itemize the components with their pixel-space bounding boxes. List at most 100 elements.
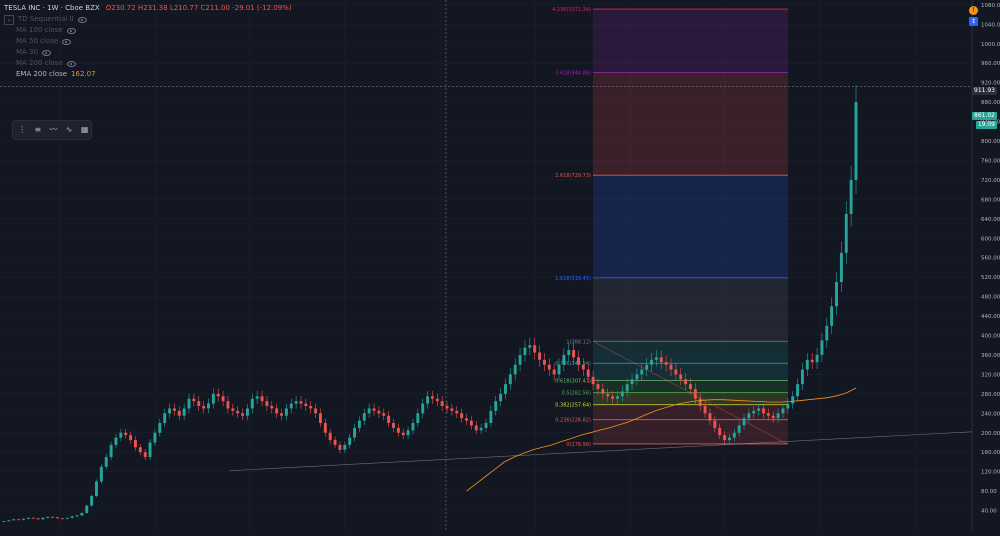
candle-body [172,408,176,411]
indicator-ma30[interactable]: MA 30 [16,47,38,58]
line-icon[interactable]: 〰 [47,124,60,136]
selector-icon[interactable]: ⋮ [16,124,29,136]
eye-icon[interactable] [66,60,76,67]
candle-body [533,345,537,353]
candle-body [207,403,210,409]
candle-body [791,396,795,404]
candle-body [650,359,653,365]
candle-body [771,415,775,419]
candle-body [129,435,133,441]
candle-body [479,427,483,431]
candle-body [581,364,585,370]
eye-icon[interactable] [66,27,76,34]
candle-body [430,396,434,399]
fib-level-label: 2.618(729.73) [555,173,591,179]
candle-body [635,374,639,380]
indicator-ema200[interactable]: EMA 200 close 162.07 [16,69,96,80]
candle-body [221,396,225,402]
indicator-ma50[interactable]: MA 50 close [16,36,58,47]
candle-body [440,401,444,407]
candle-body [255,396,259,399]
candle-body [177,410,181,416]
y-tick-label: 760.00 [981,158,1000,164]
candle-body [314,408,318,414]
price-chart[interactable]: 40.00 80.00 120.00 160.00 200.00 240.00 280.00… [0,0,1000,536]
eye-icon[interactable] [77,16,87,23]
fib-zone [593,175,788,278]
candle-body [596,384,600,389]
candle-body [280,413,283,416]
candle-body [601,388,605,394]
indicator-ma200[interactable]: MA 200 close [16,58,63,69]
scale-toggle-icon[interactable]: ↕ [969,17,978,26]
crosshair-price-tag: 911.93 [972,87,997,95]
candle-body [835,282,838,307]
countdown-tag: 19.09 [975,121,997,129]
fib-level-label: 0.236(226.82) [555,418,591,424]
candle-body [508,374,512,385]
candle-body [2,521,6,523]
y-tick-label: 280.00 [981,392,1000,398]
candle-body [284,408,288,416]
indicator-td[interactable]: TD Sequential II [18,14,74,25]
indicator-ma100[interactable]: MA 100 close [16,25,63,36]
candle-body [815,354,819,363]
candle-body [22,518,25,520]
candle-body [260,396,264,402]
candle-body [95,481,98,496]
candle-body [250,398,254,409]
candle-body [387,415,391,424]
symbol-title[interactable]: TESLA INC · 1W · Cboe BZX [4,3,100,14]
fib-level-label: 3.618(940.86) [555,71,591,77]
candle-body [455,410,459,414]
candle-body [216,393,220,397]
y-tick-label: 920.00 [981,81,1000,87]
candle-body [679,374,683,380]
candle-body [557,364,561,375]
candle-body [450,408,454,411]
candle-body [591,376,595,385]
candle-body [698,398,702,407]
y-tick-label: 80.00 [981,489,997,495]
alert-icon[interactable]: ! [969,6,978,15]
candle-body [80,512,84,516]
candle-body [518,354,522,365]
candle-body [625,384,629,392]
candle-body [211,393,215,404]
candle-body [499,393,503,402]
candle-body [245,408,249,416]
y-tick-label: 520.00 [981,275,1000,281]
y-tick-label: 400.00 [981,334,1000,340]
candle-body [659,357,663,363]
area-icon[interactable]: ∿ [63,124,76,136]
y-tick-label: 320.00 [981,372,1000,378]
candle-body [401,432,405,436]
collapse-toggle-icon[interactable]: ⌄ [4,14,14,25]
eye-icon[interactable] [41,49,51,56]
eye-icon[interactable] [62,38,72,45]
candle-body [577,357,580,365]
candle-body [17,519,21,521]
candle-body [689,384,692,389]
candle-body [737,425,741,433]
candle-body [289,403,293,409]
candle-body [36,518,40,520]
candle-body [620,391,624,397]
heikin-ashi-icon[interactable]: ▦ [78,124,91,136]
candle-body [484,423,488,428]
fib-level-label: 0.382(257.64) [555,403,591,409]
candle-body [338,444,342,450]
y-tick-label: 200.00 [981,431,1000,437]
candle-body [304,403,308,407]
bars-icon[interactable]: ≡ [32,124,45,136]
y-tick-label: 800.00 [981,139,1000,145]
candle-body [275,408,279,414]
candle-body [163,413,167,424]
candle-body [839,252,843,283]
y-tick-label: 640.00 [981,217,1000,223]
candle-body [138,447,142,453]
candle-body [640,369,644,375]
candle-body [708,413,712,421]
y-tick-label: 120.00 [981,470,1000,476]
candle-body [148,442,152,458]
